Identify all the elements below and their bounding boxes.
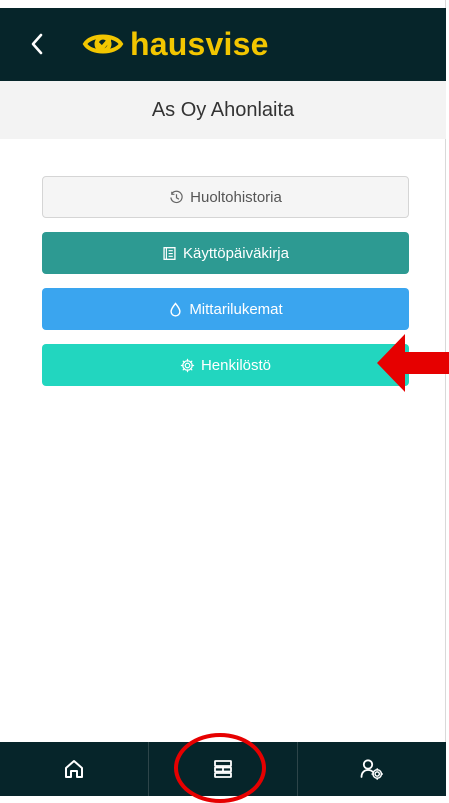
history-button[interactable]: Huoltohistoria: [42, 176, 409, 218]
main-menu: Huoltohistoria Käyttöpäiväkirja Mittaril…: [42, 176, 409, 400]
chevron-left-icon: [31, 33, 43, 55]
dashboard-icon: [214, 760, 232, 778]
user-settings-nav-button[interactable]: [298, 742, 446, 796]
red-arrow-annotation: [377, 334, 449, 392]
diary-button-label: Käyttöpäiväkirja: [183, 244, 289, 262]
meter-readings-label: Mittarilukemat: [189, 300, 283, 318]
meter-readings-button[interactable]: Mittarilukemat: [42, 288, 409, 330]
back-button[interactable]: [22, 26, 52, 62]
water-drop-icon: [168, 301, 183, 317]
home-nav-button[interactable]: [0, 742, 149, 796]
history-button-label: Huoltohistoria: [190, 188, 282, 206]
gear-icon: [180, 358, 195, 373]
property-header: As Oy Ahonlaita: [0, 81, 446, 139]
eye-logo-icon: [82, 34, 124, 54]
home-icon: [65, 760, 83, 778]
logo-text: hausvise: [130, 26, 269, 62]
staff-button-label: Henkilöstö: [200, 356, 272, 374]
bottom-navigation: [0, 742, 446, 796]
staff-button[interactable]: Henkilöstö: [42, 344, 409, 386]
top-bar: hausvise: [0, 8, 446, 81]
hausvise-logo: hausvise: [82, 23, 269, 65]
app-screen: hausvise As Oy Ahonlaita Huoltohistoria: [0, 0, 446, 796]
history-icon: [169, 190, 184, 205]
book-icon: [162, 246, 177, 261]
user-settings-icon: [360, 759, 384, 780]
dashboard-nav-button[interactable]: [149, 742, 298, 796]
diary-button[interactable]: Käyttöpäiväkirja: [42, 232, 409, 274]
property-title: As Oy Ahonlaita: [151, 98, 295, 121]
